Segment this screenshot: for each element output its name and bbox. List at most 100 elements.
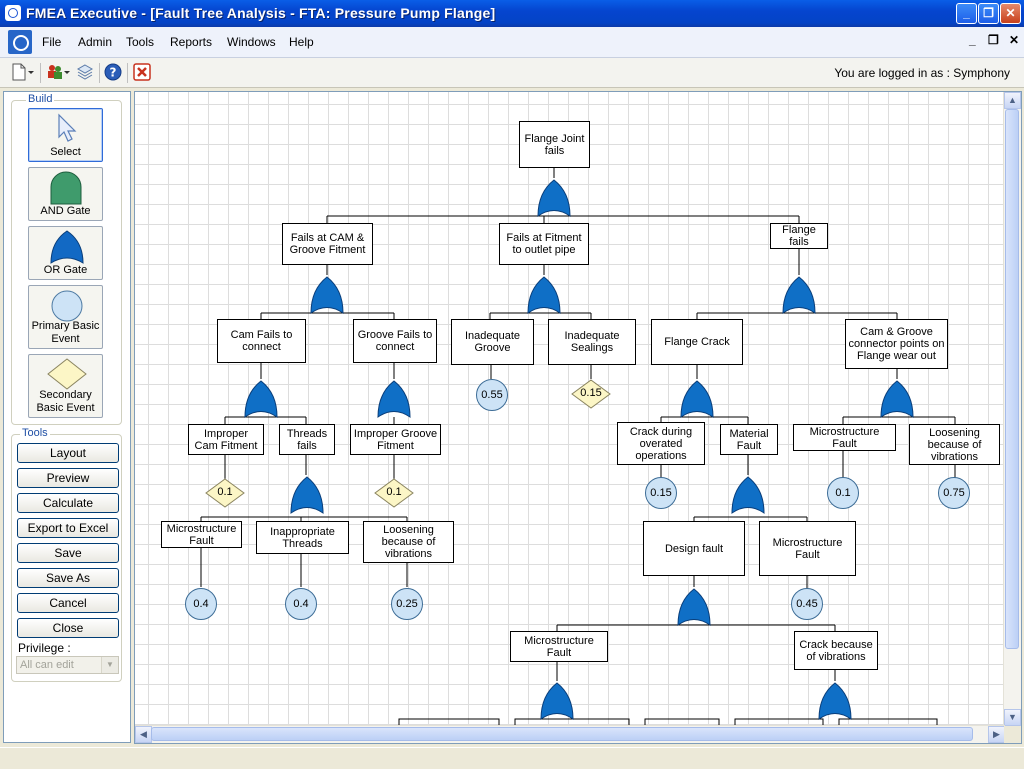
node-inadequate-groove[interactable]: Inadequate Groove (451, 319, 534, 365)
node-flange-crack[interactable]: Flange Crack (651, 319, 743, 365)
cancel-button[interactable]: Cancel (17, 593, 119, 613)
dropdown-arrow-icon[interactable] (26, 63, 36, 81)
node-loosening-vibrations-right[interactable]: Loosening because of vibrations (909, 424, 1000, 465)
save-as-button[interactable]: Save As (17, 568, 119, 588)
privilege-select[interactable]: All can edit ▼ (16, 656, 119, 674)
menu-windows[interactable]: Windows (227, 35, 276, 49)
dropdown-arrow-icon[interactable] (63, 63, 71, 81)
minimize-button[interactable]: _ (956, 3, 977, 24)
node-design-fault[interactable]: Design fault (643, 521, 745, 576)
close-window-button[interactable]: ✕ (1000, 3, 1021, 24)
secondary-event-value: 0.15 (580, 387, 602, 399)
horizontal-scroll-thumb[interactable] (151, 727, 973, 741)
or-gate-microstructure-bottom[interactable] (540, 681, 574, 721)
or-gate-tool-button[interactable]: OR Gate (28, 226, 103, 280)
or-gate-groove-fails[interactable] (377, 379, 411, 419)
or-gate-design-fault[interactable] (677, 587, 711, 627)
or-gate-top[interactable] (537, 178, 571, 218)
scroll-left-button[interactable]: ◀ (135, 726, 152, 743)
primary-event-microstructure-material[interactable]: 0.45 (791, 588, 823, 620)
primary-basic-event-tool-label: Primary Basic Event (31, 320, 100, 345)
fault-tree-canvas[interactable]: Flange Joint fails Fails at CAM & Groove… (134, 91, 1022, 744)
and-gate-tool-button[interactable]: AND Gate (28, 167, 103, 221)
or-gate-flange-fails[interactable] (782, 275, 816, 315)
or-gate-threads-fails[interactable] (290, 475, 324, 515)
horizontal-scrollbar[interactable]: ◀ ▶ (135, 725, 1005, 743)
node-improper-cam-fitment[interactable]: Improper Cam Fitment (188, 424, 264, 455)
secondary-basic-event-tool-button[interactable]: Secondary Basic Event (28, 354, 103, 418)
node-crack-because-vibrations[interactable]: Crack because of vibrations (794, 631, 878, 670)
menu-reports[interactable]: Reports (170, 35, 212, 49)
node-loosening-vibrations-left[interactable]: Loosening because of vibrations (363, 521, 454, 563)
scroll-right-button[interactable]: ▶ (988, 726, 1005, 743)
menu-tools[interactable]: Tools (126, 35, 154, 49)
node-microstructure-fault-left[interactable]: Microstructure Fault (161, 521, 242, 548)
or-gate-wear-out[interactable] (880, 379, 914, 419)
scroll-up-button[interactable]: ▲ (1004, 92, 1021, 109)
node-microstructure-fault-right[interactable]: Microstructure Fault (793, 424, 896, 451)
node-cam-groove-wear-out[interactable]: Cam & Groove connector points on Flange … (845, 319, 948, 369)
node-top-event[interactable]: Flange Joint fails (519, 121, 590, 168)
node-fails-outlet-pipe[interactable]: Fails at Fitment to outlet pipe (499, 223, 589, 265)
menu-file[interactable]: File (42, 35, 61, 49)
or-gate-cam-groove[interactable] (310, 275, 344, 315)
primary-event-crack-overated[interactable]: 0.15 (645, 477, 677, 509)
node-cam-fails-connect[interactable]: Cam Fails to connect (217, 319, 306, 363)
users-icon[interactable] (46, 63, 64, 81)
vertical-scrollbar[interactable]: ▲ ▼ (1003, 92, 1021, 726)
secondary-event-improper-cam[interactable]: 0.1 (205, 478, 245, 508)
restore-button[interactable]: ❐ (978, 3, 999, 24)
primary-event-microstructure-right[interactable]: 0.1 (827, 477, 859, 509)
node-inadequate-sealings[interactable]: Inadequate Sealings (548, 319, 636, 365)
left-panel: Build Select AND Gate OR Gate Primary Ba… (3, 91, 131, 743)
scroll-down-button[interactable]: ▼ (1004, 709, 1021, 726)
node-threads-fails[interactable]: Threads fails (279, 424, 335, 455)
node-groove-fails-connect[interactable]: Groove Fails to connect (353, 319, 437, 363)
primary-basic-event-tool-button[interactable]: Primary Basic Event (28, 285, 103, 349)
mdi-restore-button[interactable]: ❐ (988, 33, 999, 47)
diamond-icon (47, 358, 87, 390)
layout-button[interactable]: Layout (17, 443, 119, 463)
menu-admin[interactable]: Admin (78, 35, 112, 49)
calculate-button[interactable]: Calculate (17, 493, 119, 513)
menu-help[interactable]: Help (289, 35, 314, 49)
logged-in-status: You are logged in as : Symphony (834, 66, 1010, 80)
preview-button[interactable]: Preview (17, 468, 119, 488)
help-icon[interactable]: ? (104, 63, 122, 81)
or-gate-material-fault[interactable] (731, 475, 765, 515)
node-microstructure-fault-bottom[interactable]: Microstructure Fault (510, 631, 608, 662)
primary-event-inadequate-groove[interactable]: 0.55 (476, 379, 508, 411)
export-to-excel-button[interactable]: Export to Excel (17, 518, 119, 538)
node-material-fault[interactable]: Material Fault (720, 424, 778, 455)
layers-icon[interactable] (76, 63, 94, 81)
primary-event-loosening-right[interactable]: 0.75 (938, 477, 970, 509)
vertical-scroll-thumb[interactable] (1005, 109, 1019, 649)
primary-event-microstructure-left[interactable]: 0.4 (185, 588, 217, 620)
mdi-minimize-button[interactable]: _ (969, 33, 976, 47)
and-gate-icon (50, 171, 82, 205)
primary-event-inappropriate-threads[interactable]: 0.4 (285, 588, 317, 620)
select-tool-button[interactable]: Select (28, 108, 103, 162)
node-microstructure-fault-material[interactable]: Microstructure Fault (759, 521, 856, 576)
or-gate-flange-crack[interactable] (680, 379, 714, 419)
save-button[interactable]: Save (17, 543, 119, 563)
close-red-icon[interactable] (133, 63, 151, 81)
primary-event-loosening-left[interactable]: 0.25 (391, 588, 423, 620)
node-crack-overated[interactable]: Crack during overated operations (617, 422, 705, 465)
secondary-event-inadequate-sealings[interactable]: 0.15 (571, 379, 611, 409)
close-button[interactable]: Close (17, 618, 119, 638)
secondary-event-value: 0.1 (386, 486, 402, 498)
node-flange-fails[interactable]: Flange fails (770, 223, 828, 249)
or-gate-crack-vibrations[interactable] (818, 681, 852, 721)
secondary-event-improper-groove[interactable]: 0.1 (374, 478, 414, 508)
node-fails-cam-groove[interactable]: Fails at CAM & Groove Fitment (282, 223, 373, 265)
or-gate-cam-fails[interactable] (244, 379, 278, 419)
node-improper-groove-fitment[interactable]: Improper Groove Fitment (350, 424, 441, 455)
tools-group-label: Tools (20, 427, 50, 439)
app-logo-icon[interactable] (8, 30, 32, 54)
toolbar-separator (127, 63, 128, 83)
or-gate-outlet-pipe[interactable] (527, 275, 561, 315)
node-inappropriate-threads[interactable]: Inappropriate Threads (256, 521, 349, 554)
mdi-close-button[interactable]: ✕ (1009, 33, 1019, 47)
secondary-event-value: 0.1 (217, 486, 233, 498)
